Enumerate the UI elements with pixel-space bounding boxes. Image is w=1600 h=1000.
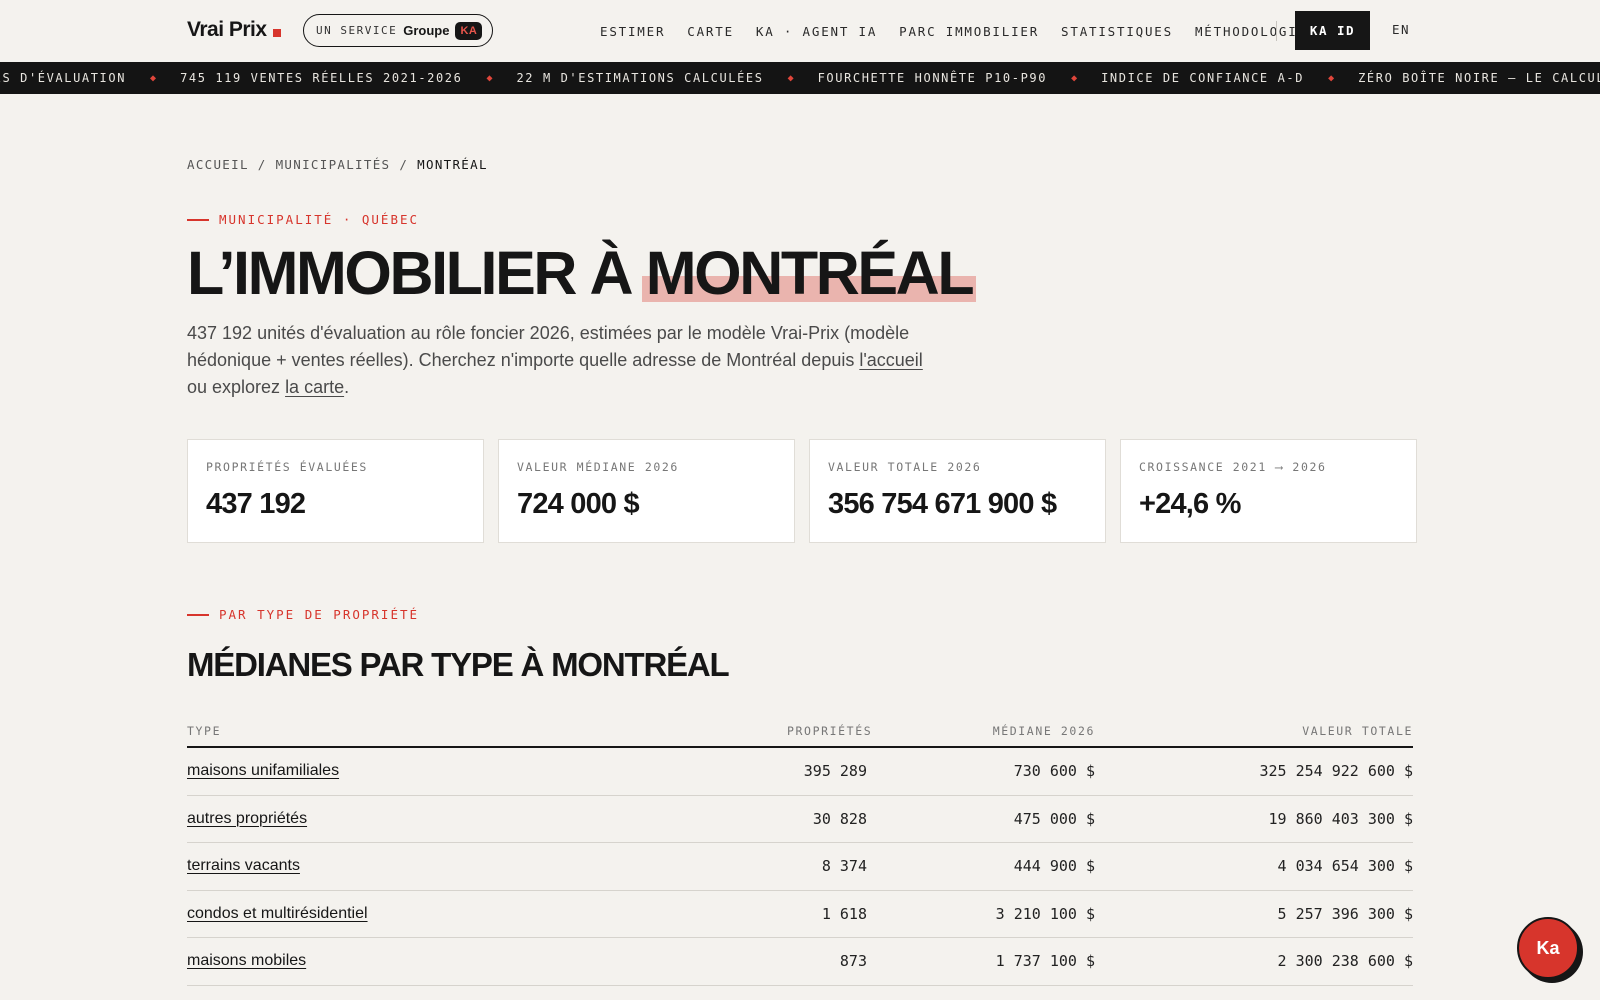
ka-id-button[interactable]: KA ID — [1295, 11, 1370, 50]
stat-value: 724 000 $ — [517, 488, 640, 520]
logo[interactable]: Vrai Prix — [187, 18, 281, 42]
type-link[interactable]: maisons mobiles — [187, 952, 306, 969]
nav-estimer[interactable]: ESTIMER — [600, 24, 665, 39]
eyebrow-line — [187, 613, 209, 616]
cell-count: 873 — [839, 952, 867, 971]
cell-count: 395 289 — [803, 762, 867, 781]
breadcrumb-current: MONTRÉAL — [417, 157, 488, 172]
breadcrumb-accueil[interactable]: ACCUEIL — [187, 157, 249, 172]
type-link[interactable]: condos et multirésidentiel — [187, 905, 368, 922]
table-row: condos et multirésidentiel 1 618 3 210 1… — [187, 891, 1413, 938]
nav-divider — [1276, 21, 1277, 41]
intro-paragraph: 437 192 unités d'évaluation au rôle fonc… — [187, 320, 947, 401]
page-title: L’IMMOBILIER À MONTRÉAL — [187, 239, 977, 307]
column-header-median: MÉDIANE 2026 — [992, 724, 1095, 738]
stat-value: +24,6 % — [1139, 488, 1241, 520]
type-table: TYPE PROPRIÉTÉS MÉDIANE 2026 VALEUR TOTA… — [187, 716, 1413, 986]
breadcrumb: ACCUEIL / MUNICIPALITÉS / MONTRÉAL — [187, 157, 488, 172]
title-highlight: MONTRÉAL — [641, 239, 977, 307]
cell-total: 325 254 922 600 $ — [1259, 762, 1413, 781]
cell-median: 1 737 100 $ — [995, 952, 1095, 971]
diamond-icon: ◆ — [486, 72, 493, 84]
eyebrow-line — [187, 218, 209, 221]
ticker-item: 745 119 VENTES RÉELLES 2021-2026 — [180, 71, 463, 85]
ticker-item: ZÉRO BOÎTE NOIRE — LE CALCUL EST MONTRÉ — [1358, 71, 1600, 85]
intro-mid: ou explorez — [187, 377, 286, 397]
column-header-count: PROPRIÉTÉS — [787, 724, 873, 738]
diamond-icon: ◆ — [1328, 72, 1335, 84]
cell-total: 5 257 396 300 $ — [1277, 904, 1413, 923]
cell-total: 2 300 238 600 $ — [1277, 952, 1413, 971]
stat-value: 437 192 — [206, 488, 306, 520]
section-eyebrow: PAR TYPE DE PROPRIÉTÉ — [187, 607, 419, 622]
table-row: maisons mobiles 873 1 737 100 $ 2 300 23… — [187, 938, 1413, 986]
cell-count: 30 828 — [812, 809, 867, 828]
service-pill[interactable]: UN SERVICE Groupe KA — [303, 14, 494, 47]
stat-card-total: VALEUR TOTALE 2026 356 754 671 900 $ — [809, 439, 1106, 543]
stat-value: 356 754 671 900 $ — [828, 488, 1057, 520]
table-row: autres propriétés 30 828 475 000 $ 19 86… — [187, 796, 1414, 843]
type-link[interactable]: autres propriétés — [187, 810, 307, 827]
nav-ka-agent[interactable]: KA · AGENT IA — [756, 24, 877, 39]
intro-end: . — [344, 377, 350, 397]
cell-total: 19 860 403 300 $ — [1268, 809, 1414, 828]
title-prefix: L’IMMOBILIER À — [187, 239, 646, 307]
ticker-item: FOURCHETTE HONNÊTE P10-P90 — [817, 71, 1048, 85]
cell-count: 8 374 — [821, 857, 867, 876]
table-header: TYPE PROPRIÉTÉS MÉDIANE 2026 VALEUR TOTA… — [187, 716, 1413, 748]
diamond-icon: ◆ — [1071, 72, 1078, 84]
stat-card-median: VALEUR MÉDIANE 2026 724 000 $ — [498, 439, 795, 543]
column-header-type: TYPE — [187, 724, 222, 738]
column-header-total: VALEUR TOTALE — [1302, 724, 1413, 738]
logo-square-icon — [272, 29, 281, 37]
ka-badge: KA — [455, 21, 483, 40]
diamond-icon: ◆ — [787, 72, 794, 84]
breadcrumb-separator: / — [257, 157, 267, 172]
stat-card-growth: CROISSANCE 2021 ⟶ 2026 +24,6 % — [1120, 439, 1417, 543]
stat-label: VALEUR TOTALE 2026 — [828, 460, 982, 474]
nav-methodologie[interactable]: MÉTHODOLOGIE — [1195, 24, 1307, 39]
stat-label: VALEUR MÉDIANE 2026 — [517, 460, 679, 474]
cell-count: 1 618 — [821, 904, 867, 923]
intro-text: 437 192 unités d'évaluation au rôle fonc… — [187, 323, 910, 370]
nav-statistiques[interactable]: STATISTIQUES — [1061, 24, 1173, 39]
intro-link-carte[interactable]: la carte — [285, 377, 344, 397]
language-toggle[interactable]: EN — [1392, 22, 1410, 37]
table-row: maisons unifamiliales 395 289 730 600 $ … — [187, 748, 1413, 796]
stats-row: PROPRIÉTÉS ÉVALUÉES 437 192 VALEUR MÉDIA… — [187, 439, 1417, 543]
table-row: terrains vacants 8 374 444 900 $ 4 034 6… — [187, 843, 1413, 891]
stat-label: CROISSANCE 2021 ⟶ 2026 — [1139, 460, 1327, 474]
cell-median: 475 000 $ — [1013, 809, 1095, 828]
stat-card-properties: PROPRIÉTÉS ÉVALUÉES 437 192 — [187, 439, 484, 543]
breadcrumb-separator: / — [399, 157, 409, 172]
cell-median: 3 210 100 $ — [995, 904, 1095, 923]
cell-median: 730 600 $ — [1013, 762, 1095, 781]
section-title: MÉDIANES PAR TYPE À MONTRÉAL — [187, 646, 730, 683]
nav-carte[interactable]: CARTE — [687, 24, 734, 39]
type-link[interactable]: terrains vacants — [187, 857, 300, 874]
ticker-item: ITÉS D'ÉVALUATION — [0, 71, 127, 85]
type-link[interactable]: maisons unifamiliales — [187, 762, 339, 779]
ticker-item: 22 M D'ESTIMATIONS CALCULÉES — [516, 71, 764, 85]
hero-eyebrow: MUNICIPALITÉ · QUÉBEC — [187, 212, 419, 227]
section-eyebrow-text: PAR TYPE DE PROPRIÉTÉ — [219, 607, 420, 622]
intro-link-accueil[interactable]: l'accueil — [859, 350, 922, 370]
stat-label: PROPRIÉTÉS ÉVALUÉES — [206, 460, 368, 474]
cell-median: 444 900 $ — [1013, 857, 1095, 876]
site-header: Vrai Prix UN SERVICE Groupe KA ESTIMER C… — [0, 0, 1600, 62]
ka-chat-button[interactable]: Ka — [1517, 917, 1579, 979]
hero-eyebrow-text: MUNICIPALITÉ · QUÉBEC — [219, 212, 420, 227]
logo-text: Vrai Prix — [187, 18, 267, 41]
diamond-icon: ◆ — [150, 72, 157, 84]
info-ticker: ITÉS D'ÉVALUATION ◆ 745 119 VENTES RÉELL… — [0, 62, 1600, 94]
main-nav: ESTIMER CARTE KA · AGENT IA PARC IMMOBIL… — [600, 0, 1307, 62]
service-brand: Groupe — [403, 23, 450, 38]
ticker-item: INDICE DE CONFIANCE A-D — [1101, 71, 1305, 85]
cell-total: 4 034 654 300 $ — [1277, 857, 1413, 876]
nav-parc-immobilier[interactable]: PARC IMMOBILIER — [899, 24, 1039, 39]
service-label: UN SERVICE — [316, 24, 398, 37]
breadcrumb-municipalites[interactable]: MUNICIPALITÉS — [276, 157, 391, 172]
